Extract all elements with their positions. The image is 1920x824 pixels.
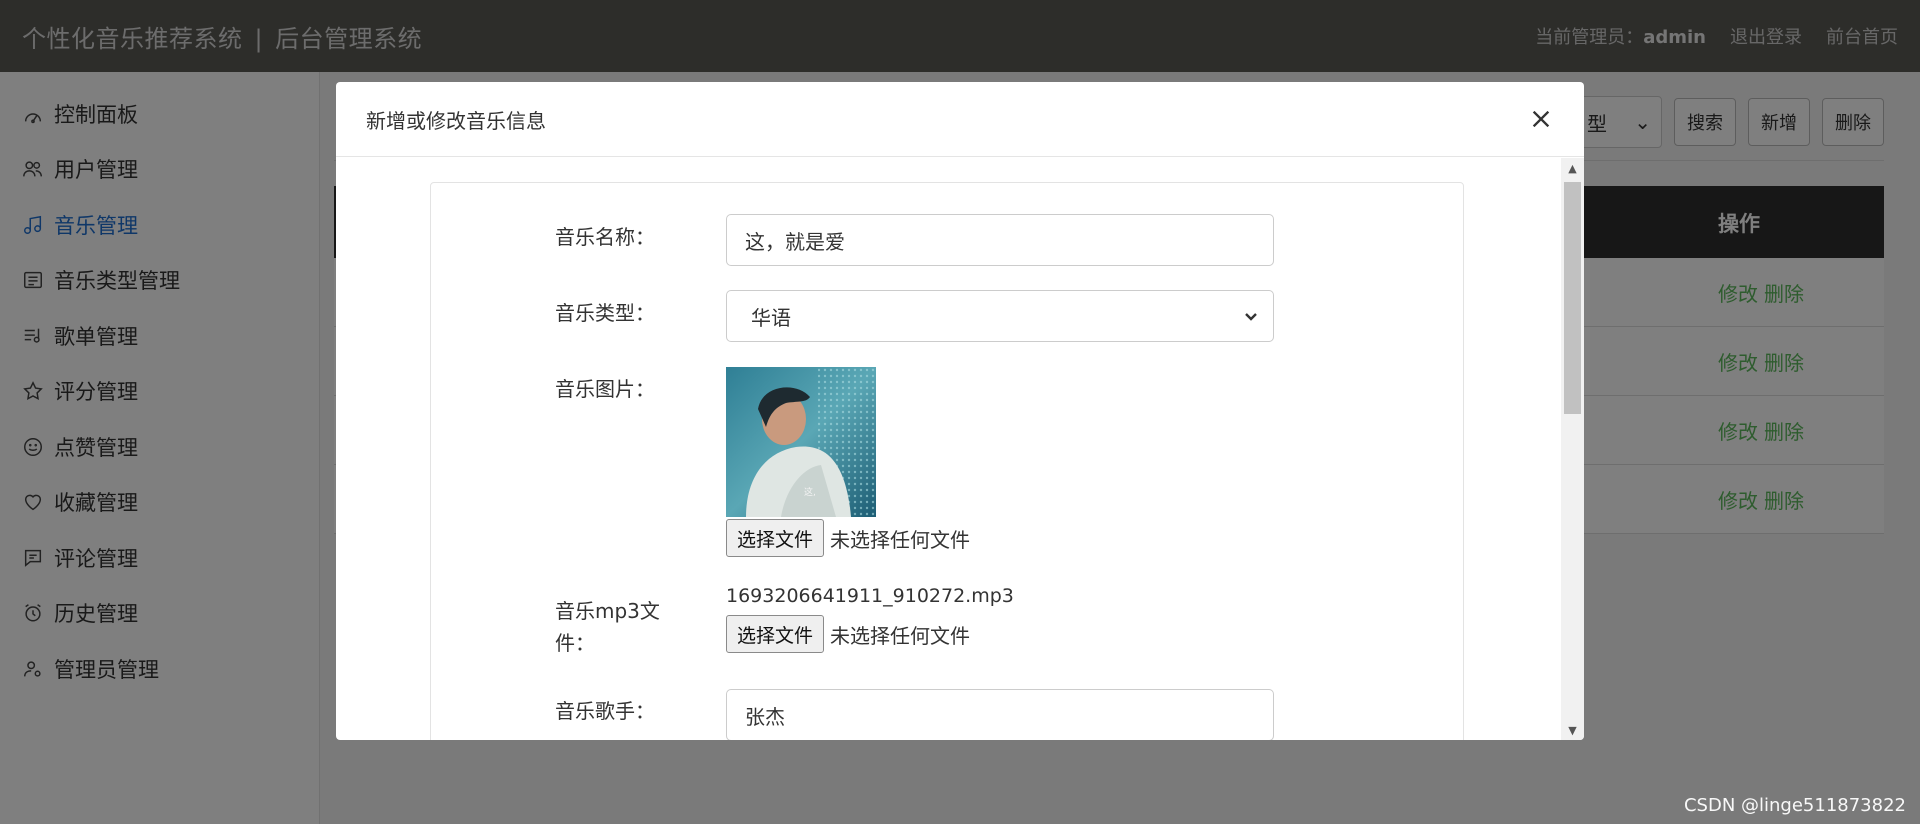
modal-scrollbar[interactable]: ▲ ▼ [1561, 158, 1584, 740]
album-cover-image: 这, [726, 367, 876, 517]
choose-image-file-button[interactable]: 选择文件 [726, 519, 825, 557]
music-name-input[interactable]: 这，就是爱 [726, 214, 1274, 266]
modal-header: 新增或修改音乐信息 [336, 82, 1584, 157]
watermark: CSDN @linge511873822 [1683, 795, 1906, 816]
image-no-file-text: 未选择任何文件 [830, 527, 971, 552]
mp3-no-file-text: 未选择任何文件 [830, 623, 971, 648]
singer-label: 音乐歌手： [555, 699, 655, 723]
music-type-value: 华语 [751, 305, 791, 330]
music-image-label: 音乐图片： [555, 377, 655, 401]
mp3-filename: 1693206641911_910272.mp3 [726, 585, 1014, 607]
music-name-label: 音乐名称： [555, 225, 655, 249]
modal-title: 新增或修改音乐信息 [366, 108, 546, 133]
scroll-up-arrow[interactable]: ▲ [1561, 158, 1584, 178]
singer-input[interactable]: 张杰 [726, 689, 1274, 740]
music-form: 音乐名称： 这，就是爱 音乐类型： 华语 音乐图片： 这, 选择文件 未选择任何… [430, 182, 1464, 740]
modal-body: 音乐名称： 这，就是爱 音乐类型： 华语 音乐图片： 这, 选择文件 未选择任何… [336, 158, 1584, 740]
edit-music-modal: 新增或修改音乐信息 音乐名称： 这，就是爱 音乐类型： 华语 音乐图片： 这, … [336, 82, 1584, 740]
chevron-down-icon [1245, 313, 1257, 321]
svg-text:这,: 这, [804, 486, 816, 498]
mp3-file-picker: 选择文件 未选择任何文件 [726, 615, 970, 653]
scroll-thumb[interactable] [1564, 182, 1581, 414]
music-type-select[interactable]: 华语 [726, 290, 1274, 342]
scroll-down-arrow[interactable]: ▼ [1561, 720, 1584, 740]
choose-mp3-file-button[interactable]: 选择文件 [726, 615, 825, 653]
close-icon [1532, 110, 1550, 128]
close-button[interactable] [1526, 104, 1556, 134]
music-mp3-label: 音乐mp3文件： [555, 599, 660, 655]
image-file-picker: 选择文件 未选择任何文件 [726, 519, 970, 557]
music-type-label: 音乐类型： [555, 301, 655, 325]
